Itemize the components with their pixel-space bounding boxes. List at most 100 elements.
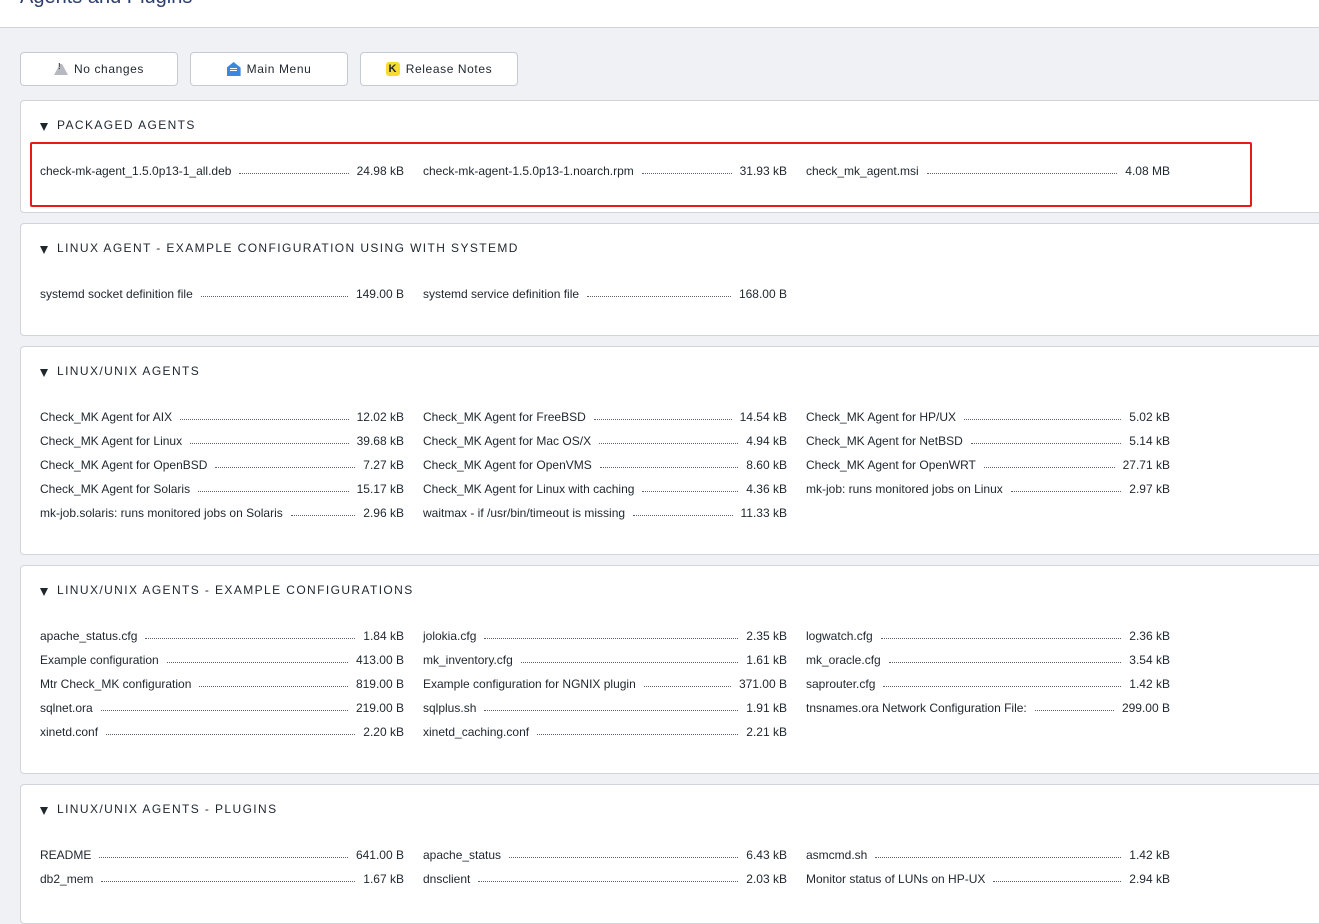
dot-leader xyxy=(970,440,1122,444)
section-linux-unix-agents-example-configurations: LINUX/UNIX AGENTS - EXAMPLE CONFIGURATIO… xyxy=(20,565,1319,774)
download-link[interactable]: tnsnames.ora Network Configuration File:… xyxy=(806,700,1170,716)
file-size: 2.20 kB xyxy=(363,725,404,739)
download-link[interactable]: Check_MK Agent for Linux with caching 4.3… xyxy=(423,481,787,497)
file-size: 2.21 kB xyxy=(746,725,787,739)
dot-leader xyxy=(239,170,349,174)
download-link[interactable]: asmcmd.sh 1.42 kB xyxy=(806,847,1170,863)
warning-icon xyxy=(53,61,68,75)
file-name: logwatch.cfg xyxy=(806,629,873,643)
collapse-triangle-icon[interactable] xyxy=(40,806,48,815)
download-link[interactable]: systemd socket definition file 149.00 B xyxy=(40,286,404,302)
download-link[interactable]: mk-job: runs monitored jobs on Linux 2.97… xyxy=(806,481,1170,497)
download-link[interactable]: mk_inventory.cfg 1.61 kB xyxy=(423,652,787,668)
section-title: PACKAGED AGENTS xyxy=(57,118,196,132)
download-link[interactable]: Example configuration 413.00 B xyxy=(40,652,404,668)
download-link[interactable]: saprouter.cfg 1.42 kB xyxy=(806,676,1170,692)
section-header[interactable]: LINUX/UNIX AGENTS - EXAMPLE CONFIGURATIO… xyxy=(40,582,414,598)
download-link[interactable]: check-mk-agent-1.5.0p13-1.noarch.rpm 31.9… xyxy=(423,163,787,179)
file-size: 2.97 kB xyxy=(1129,482,1170,496)
dot-leader xyxy=(1034,707,1114,711)
download-link[interactable]: Example configuration for NGNIX plugin 37… xyxy=(423,676,787,692)
file-name: tnsnames.ora Network Configuration File: xyxy=(806,701,1027,715)
main-menu-button[interactable]: Main Menu xyxy=(190,52,348,86)
download-link[interactable]: sqlnet.ora 219.00 B xyxy=(40,700,404,716)
download-link[interactable]: Check_MK Agent for Mac OS/X 4.94 kB xyxy=(423,433,787,449)
file-name: sqlplus.sh xyxy=(423,701,477,715)
section-header[interactable]: LINUX/UNIX AGENTS - PLUGINS xyxy=(40,801,278,817)
dot-leader xyxy=(880,635,1122,639)
dot-leader xyxy=(926,170,1118,174)
file-size: 1.84 kB xyxy=(363,629,404,643)
file-name: dnsclient xyxy=(423,872,471,886)
file-name: xinetd.conf xyxy=(40,725,99,739)
dot-leader xyxy=(983,464,1115,468)
download-link[interactable]: apache_status 6.43 kB xyxy=(423,847,787,863)
download-link[interactable]: mk-job.solaris: runs monitored jobs on S… xyxy=(40,505,404,521)
download-link[interactable]: mk_oracle.cfg 3.54 kB xyxy=(806,652,1170,668)
file-size: 7.27 kB xyxy=(363,458,404,472)
download-link[interactable]: Check_MK Agent for FreeBSD 14.54 kB xyxy=(423,409,787,425)
download-link[interactable]: check_mk_agent.msi 4.08 MB xyxy=(806,163,1170,179)
collapse-triangle-icon[interactable] xyxy=(40,245,48,254)
file-name: check-mk-agent-1.5.0p13-1.noarch.rpm xyxy=(423,164,634,178)
download-link[interactable]: jolokia.cfg 2.35 kB xyxy=(423,628,787,644)
download-link[interactable]: Check_MK Agent for NetBSD 5.14 kB xyxy=(806,433,1170,449)
file-name: Check_MK Agent for AIX xyxy=(40,410,173,424)
file-name: systemd service definition file xyxy=(423,287,580,301)
download-link[interactable]: dnsclient 2.03 kB xyxy=(423,871,787,887)
dot-leader xyxy=(875,854,1122,858)
download-link[interactable]: xinetd.conf 2.20 kB xyxy=(40,724,404,740)
file-name: mk_inventory.cfg xyxy=(423,653,513,667)
section-title: LINUX/UNIX AGENTS xyxy=(57,364,201,378)
file-name: db2_mem xyxy=(40,872,94,886)
file-size: 27.71 kB xyxy=(1122,458,1170,472)
download-link[interactable]: Mtr Check_MK configuration 819.00 B xyxy=(40,676,404,692)
section-header[interactable]: LINUX AGENT - EXAMPLE CONFIGURATION USIN… xyxy=(40,240,519,256)
download-link[interactable]: Check_MK Agent for OpenBSD 7.27 kB xyxy=(40,457,404,473)
section-header[interactable]: LINUX/UNIX AGENTS xyxy=(40,363,200,379)
file-size: 12.02 kB xyxy=(356,410,404,424)
download-link[interactable]: Check_MK Agent for Solaris 15.17 kB xyxy=(40,481,404,497)
collapse-triangle-icon[interactable] xyxy=(40,587,48,596)
section-header[interactable]: PACKAGED AGENTS xyxy=(40,117,196,133)
collapse-triangle-icon[interactable] xyxy=(40,368,48,377)
download-link[interactable]: README 641.00 B xyxy=(40,847,404,863)
download-link[interactable]: logwatch.cfg 2.36 kB xyxy=(806,628,1170,644)
collapse-triangle-icon[interactable] xyxy=(40,122,48,131)
download-link[interactable]: Monitor status of LUNs on HP-UX 2.94 kB xyxy=(806,871,1170,887)
file-name: asmcmd.sh xyxy=(806,848,868,862)
dot-leader xyxy=(643,683,731,687)
file-name: jolokia.cfg xyxy=(423,629,477,643)
download-link[interactable]: Check_MK Agent for Linux 39.68 kB xyxy=(40,433,404,449)
dot-leader xyxy=(642,488,739,492)
download-link[interactable]: waitmax - if /usr/bin/timeout is missing… xyxy=(423,505,787,521)
dot-leader xyxy=(509,854,739,858)
file-name: Mtr Check_MK configuration xyxy=(40,677,192,691)
download-link[interactable]: apache_status.cfg 1.84 kB xyxy=(40,628,404,644)
download-link[interactable]: Check_MK Agent for OpenWRT 27.71 kB xyxy=(806,457,1170,473)
dot-leader xyxy=(484,707,739,711)
file-size: 1.42 kB xyxy=(1129,677,1170,691)
download-link[interactable]: systemd service definition file 168.00 B xyxy=(423,286,787,302)
file-size: 1.42 kB xyxy=(1129,848,1170,862)
file-name: Check_MK Agent for Mac OS/X xyxy=(423,434,592,448)
download-link[interactable]: Check_MK Agent for AIX 12.02 kB xyxy=(40,409,404,425)
file-name: Check_MK Agent for OpenVMS xyxy=(423,458,592,472)
section-linux-unix-agents-plugins: LINUX/UNIX AGENTS - PLUGINS README 641.00 … xyxy=(20,784,1319,924)
section-linux-unix-agents: LINUX/UNIX AGENTS Check_MK Agent for AIX 1… xyxy=(20,346,1319,555)
file-size: 24.98 kB xyxy=(356,164,404,178)
download-link[interactable]: db2_mem 1.67 kB xyxy=(40,871,404,887)
download-link[interactable]: sqlplus.sh 1.91 kB xyxy=(423,700,787,716)
file-size: 819.00 B xyxy=(355,677,404,691)
download-link[interactable]: Check_MK Agent for HP/UX 5.02 kB xyxy=(806,409,1170,425)
no-changes-button[interactable]: No changes xyxy=(20,52,178,86)
file-name: apache_status xyxy=(423,848,502,862)
section-linux-agent-example-configuration-using-with-systemd: LINUX AGENT - EXAMPLE CONFIGURATION USIN… xyxy=(20,223,1319,336)
dot-leader xyxy=(478,878,739,882)
dot-leader xyxy=(166,659,348,663)
file-name: Example configuration xyxy=(40,653,159,667)
release-notes-button[interactable]: K Release Notes xyxy=(360,52,518,86)
download-link[interactable]: Check_MK Agent for OpenVMS 8.60 kB xyxy=(423,457,787,473)
download-link[interactable]: xinetd_caching.conf 2.21 kB xyxy=(423,724,787,740)
download-link[interactable]: check-mk-agent_1.5.0p13-1_all.deb 24.98 k… xyxy=(40,163,404,179)
